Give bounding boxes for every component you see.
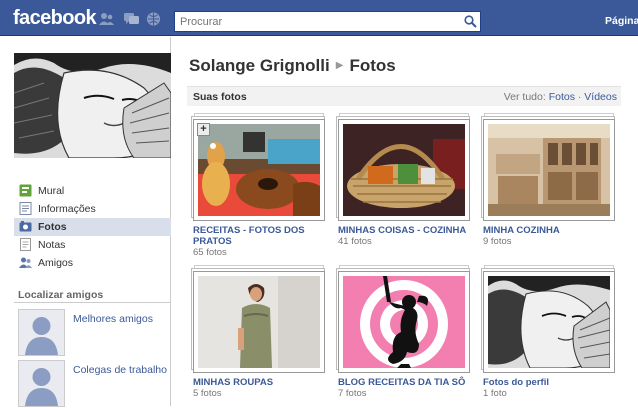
info-icon xyxy=(19,202,32,215)
see-all-links: Ver tudo: Fotos · Vídeos xyxy=(504,91,617,103)
main-content: Solange Grignolli ▶ Fotos Suas fotos Ver t… xyxy=(172,37,638,406)
album-minhas-roupas[interactable]: MINHAS ROUPAS 5 fotos xyxy=(189,265,327,399)
search-box[interactable] xyxy=(174,11,481,32)
top-bar: facebook Página xyxy=(0,0,638,36)
photos-subheader: Suas fotos Ver tudo: Fotos · Vídeos xyxy=(187,86,621,106)
your-photos-label: Suas fotos xyxy=(193,91,247,103)
page-title: Solange Grignolli ▶ Fotos xyxy=(189,56,396,76)
avatar xyxy=(18,360,65,407)
sidebar-item-label: Notas xyxy=(38,239,66,251)
friend-list-label[interactable]: Colegas de trabalho xyxy=(73,364,167,376)
album-cover-image xyxy=(198,276,320,368)
find-friends-heading: Localizar amigos xyxy=(18,289,104,301)
album-title[interactable]: MINHAS ROUPAS xyxy=(193,377,325,388)
left-sidebar: Mural Informações Fotos Notas Amigos Loc… xyxy=(0,37,171,408)
wall-icon xyxy=(19,184,32,197)
album-cover[interactable] xyxy=(193,271,325,373)
album-minha-cozinha[interactable]: MINHA COZINHA 9 fotos xyxy=(479,113,617,247)
divider xyxy=(14,302,171,303)
album-receitas[interactable]: + RECEITAS - FOTOS DOS PRATOS 65 fotos xyxy=(189,113,327,258)
album-cover[interactable] xyxy=(338,119,470,221)
facebook-logo[interactable]: facebook xyxy=(13,7,97,30)
album-blog-receitas[interactable]: BLOG RECEITAS DA TIA SÔ 7 fotos xyxy=(334,265,472,399)
album-count: 5 fotos xyxy=(193,388,222,399)
notes-icon xyxy=(20,238,31,251)
album-cover[interactable] xyxy=(338,271,470,373)
album-cover-image xyxy=(488,124,610,216)
album-cover[interactable] xyxy=(483,119,615,221)
see-all-label: Ver tudo: xyxy=(503,91,546,103)
home-link[interactable]: Página xyxy=(605,15,638,27)
album-count: 65 fotos xyxy=(193,247,227,258)
friend-list-coworkers[interactable]: Colegas de trabalho xyxy=(18,360,168,408)
friend-list-best-friends[interactable]: Melhores amigos xyxy=(18,309,168,357)
sidebar-item-label: Mural xyxy=(38,185,65,197)
sidebar-item-informacoes[interactable]: Informações xyxy=(14,200,171,218)
videos-link[interactable]: Vídeos xyxy=(584,91,617,103)
avatar xyxy=(18,309,65,356)
friends-icon xyxy=(19,257,32,268)
album-cover-image xyxy=(343,276,465,368)
search-input[interactable] xyxy=(175,12,460,31)
album-title[interactable]: Fotos do perfil xyxy=(483,377,615,388)
friend-requests-icon[interactable] xyxy=(99,12,114,26)
separator: · xyxy=(577,91,582,103)
album-title[interactable]: RECEITAS - FOTOS DOS PRATOS xyxy=(193,225,325,247)
section-title: Fotos xyxy=(349,56,396,75)
album-cover-image xyxy=(343,124,465,216)
sidebar-item-mural[interactable]: Mural xyxy=(14,182,171,200)
album-count: 1 foto xyxy=(483,388,507,399)
album-title[interactable]: BLOG RECEITAS DA TIA SÔ xyxy=(338,377,470,388)
owner-name-link[interactable]: Solange Grignolli xyxy=(189,56,330,75)
album-title[interactable]: MINHA COZINHA xyxy=(483,225,615,236)
notifications-icon[interactable] xyxy=(146,12,161,26)
sidebar-item-notas[interactable]: Notas xyxy=(14,236,171,254)
sidebar-item-amigos[interactable]: Amigos xyxy=(14,254,171,272)
album-count: 9 fotos xyxy=(483,236,512,247)
friend-list-label[interactable]: Melhores amigos xyxy=(73,313,153,325)
photos-link[interactable]: Fotos xyxy=(549,91,575,103)
add-photo-icon[interactable]: + xyxy=(197,123,210,136)
search-icon[interactable] xyxy=(464,15,477,28)
album-cover-image xyxy=(198,124,320,216)
album-cover[interactable] xyxy=(483,271,615,373)
album-minhas-coisas[interactable]: MINHAS COISAS - COZINHA 41 fotos xyxy=(334,113,472,247)
album-fotos-perfil[interactable]: Fotos do perfil 1 foto xyxy=(479,265,617,399)
sidebar-item-fotos[interactable]: Fotos xyxy=(14,218,171,236)
sidebar-item-label: Fotos xyxy=(38,221,67,233)
sidebar-item-label: Informações xyxy=(38,203,96,215)
album-count: 7 fotos xyxy=(338,388,367,399)
sidebar-item-label: Amigos xyxy=(38,257,74,269)
album-title[interactable]: MINHAS COISAS - COZINHA xyxy=(338,225,470,236)
profile-picture[interactable] xyxy=(14,53,171,158)
messages-icon[interactable] xyxy=(124,12,139,26)
album-cover[interactable] xyxy=(193,119,325,221)
photos-icon xyxy=(19,221,32,232)
album-count: 41 fotos xyxy=(338,236,372,247)
breadcrumb-arrow-icon: ▶ xyxy=(335,60,344,71)
album-cover-image xyxy=(488,276,610,368)
